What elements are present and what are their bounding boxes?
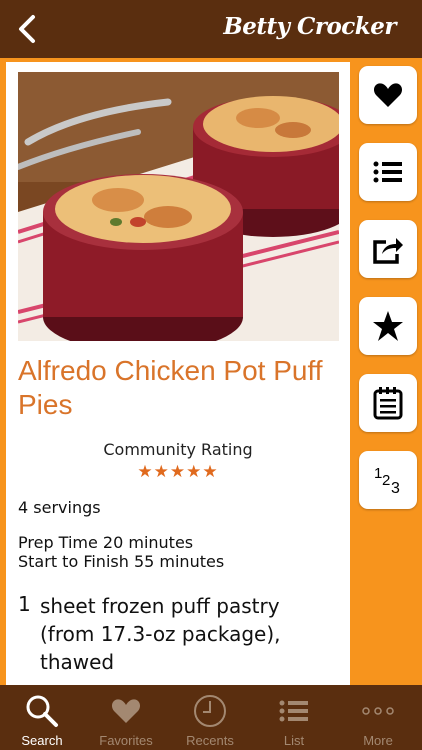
share-button[interactable]: [359, 220, 417, 278]
recipe-title: Alfredo Chicken Pot Puff Pies: [18, 355, 323, 420]
list-icon: [279, 700, 308, 722]
top-bar: Betty Crocker: [0, 0, 422, 58]
tab-favorites[interactable]: Favorites: [84, 685, 168, 750]
list-icon: [373, 161, 402, 183]
ingredient-quantity: 1: [18, 592, 31, 616]
recipe-photo-image: [18, 72, 339, 341]
chevron-left-icon: [19, 15, 35, 43]
back-button[interactable]: [12, 12, 42, 46]
tab-label: Recents: [186, 733, 234, 748]
tab-more[interactable]: More: [336, 685, 420, 750]
servings-text: 4 servings: [18, 498, 101, 517]
brand-logo: Betty Crocker: [223, 13, 396, 40]
share-icon: [373, 238, 403, 264]
tab-label: More: [363, 733, 393, 748]
numbers-button[interactable]: 1 2 3: [359, 451, 417, 509]
search-icon: [26, 695, 58, 727]
clock-icon: [194, 695, 226, 727]
rating-stars[interactable]: ★★★★★: [6, 462, 350, 482]
tab-list[interactable]: List: [252, 685, 336, 750]
calendar-button[interactable]: [359, 374, 417, 432]
tab-label: Search: [21, 733, 63, 748]
tab-bar: Search Favorites Recents List More: [0, 685, 422, 750]
tab-label: List: [283, 733, 305, 748]
svg-text:2: 2: [382, 472, 390, 489]
heart-icon: [373, 83, 403, 107]
heart-icon: [111, 699, 141, 723]
tab-search[interactable]: Search: [0, 685, 84, 750]
favorite-button[interactable]: [359, 66, 417, 124]
recipe-card: Alfredo Chicken Pot Puff Pies Community …: [6, 62, 350, 688]
svg-text:3: 3: [391, 480, 400, 497]
more-icon: [362, 707, 394, 715]
star-icon: [373, 311, 403, 341]
community-rating-label: Community Rating: [103, 440, 253, 459]
prep-time-text: Prep Time 20 minutes: [18, 533, 194, 552]
rate-button[interactable]: [359, 297, 417, 355]
recipe-photo: [18, 72, 339, 341]
notepad-icon: [373, 387, 403, 420]
start-to-finish-text: Start to Finish 55 minutes: [18, 552, 225, 571]
list-button[interactable]: [359, 143, 417, 201]
tab-label: Favorites: [99, 733, 153, 748]
numbers-icon: 1 2 3: [374, 465, 400, 497]
ingredient-text: sheet frozen puff pastry (from 17.3-oz p…: [40, 594, 281, 674]
tab-recents[interactable]: Recents: [168, 685, 252, 750]
